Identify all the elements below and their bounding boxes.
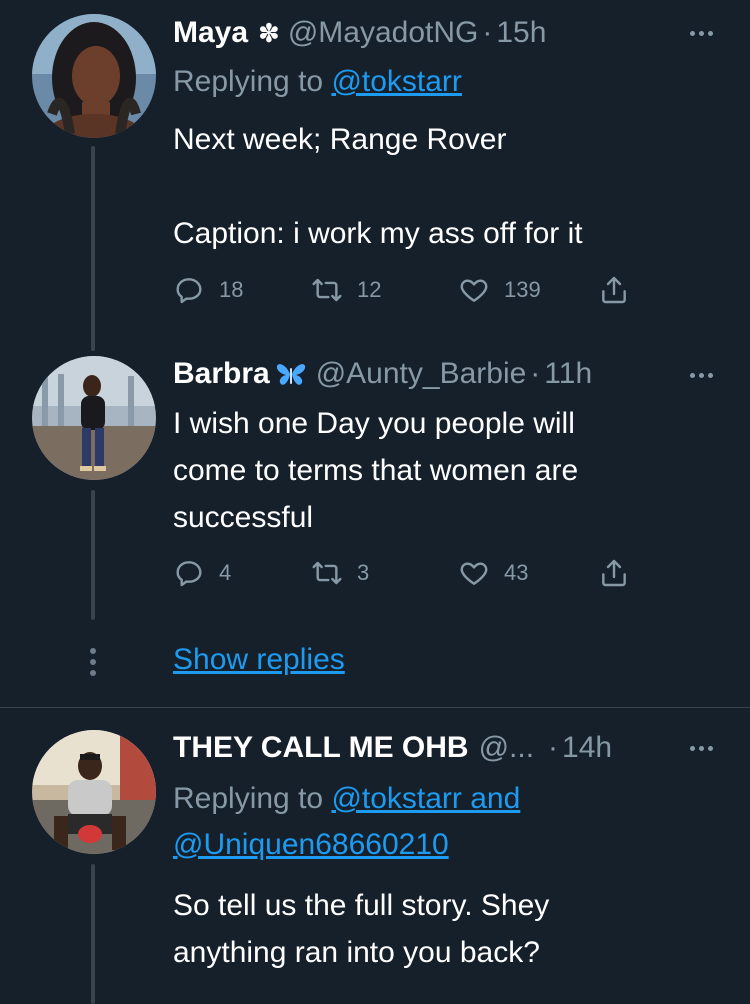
tweet-header: Maya ✽ @MayadotNG · 15h [173, 13, 720, 53]
retweet-button[interactable]: 3 [311, 553, 369, 593]
tweet-line: successful [173, 501, 314, 534]
more-icon[interactable] [686, 360, 716, 390]
separator: · [548, 731, 559, 764]
tweet-text: I wish one Day you people will come to t… [173, 400, 710, 541]
like-count: 139 [504, 277, 541, 302]
reply-button[interactable]: 4 [173, 553, 231, 593]
replying-prefix: Replying to [173, 65, 332, 98]
handle[interactable]: @MayadotNG [288, 16, 479, 50]
retweet-count: 3 [357, 560, 370, 585]
share-icon [602, 276, 626, 304]
show-replies-link[interactable]: Show replies [173, 643, 345, 677]
tweet-header: THEY CALL ME OHB @... · 14h [173, 728, 720, 768]
thread-line [91, 146, 95, 351]
share-button[interactable] [598, 270, 630, 310]
timestamp[interactable]: 11h [544, 357, 592, 391]
tweet-maya[interactable]: Maya ✽ @MayadotNG · 15h Replying to @tok… [0, 0, 750, 351]
avatar[interactable] [32, 356, 156, 480]
tweet-text: Next week; Range Rover Caption: i work m… [173, 116, 710, 257]
tweet-line: Next week; Range Rover [173, 123, 507, 156]
retweet-button[interactable]: 12 [311, 270, 381, 310]
tweet-line: come to terms that women are [173, 454, 579, 487]
reply-count: 4 [219, 560, 232, 585]
action-bar: 4 3 43 [173, 553, 673, 593]
retweet-icon [312, 278, 342, 302]
replying-to: Replying to @tokstarr and @Uniquen686602… [173, 776, 520, 868]
tweet-line: So tell us the full story. Shey [173, 889, 550, 922]
like-icon [460, 562, 488, 585]
handle[interactable]: @... [479, 731, 534, 765]
retweet-count: 12 [357, 277, 382, 302]
thread-line [91, 864, 95, 1004]
more-icon[interactable] [686, 733, 716, 763]
more-replies-dots-icon [89, 648, 97, 678]
butterfly-icon [276, 360, 306, 388]
like-button[interactable]: 43 [458, 553, 528, 593]
reply-button[interactable]: 18 [173, 270, 243, 310]
reply-count: 18 [219, 277, 244, 302]
like-button[interactable]: 139 [458, 270, 541, 310]
reply-icon [176, 561, 202, 587]
retweet-icon [312, 561, 342, 585]
flower-badge-icon: ✽ [258, 17, 280, 48]
timestamp[interactable]: 14h [562, 731, 612, 765]
mention-link[interactable]: @tokstarr and [331, 782, 520, 815]
like-icon [460, 279, 488, 302]
tweet-line: Caption: i work my ass off for it [173, 217, 583, 250]
thread-line [91, 490, 95, 620]
timestamp[interactable]: 15h [496, 16, 546, 50]
separator: · [530, 357, 541, 390]
replying-prefix: Replying to [173, 782, 332, 815]
tweet-barbra[interactable]: Barbra @Aunty_Barbie · 11h I wish one Da… [0, 330, 750, 630]
tweet-line: anything ran into you back? [173, 936, 540, 969]
avatar[interactable] [32, 14, 156, 138]
mention-link[interactable]: @tokstarr [331, 65, 461, 98]
tweet-line [173, 163, 710, 210]
replying-to: Replying to @tokstarr [173, 59, 462, 105]
tweet-header: Barbra @Aunty_Barbie · 11h [173, 354, 720, 394]
reply-icon [176, 278, 202, 304]
handle[interactable]: @Aunty_Barbie [316, 357, 527, 391]
tweet-line: I wish one Day you people will [173, 407, 575, 440]
display-name[interactable]: Barbra [173, 357, 270, 391]
tweet-ohb[interactable]: THEY CALL ME OHB @... · 14h Replying to … [0, 708, 750, 1004]
like-count: 43 [504, 560, 529, 585]
mention-link[interactable]: @Uniquen68660210 [173, 828, 449, 861]
separator: · [482, 16, 493, 49]
tweet-text: So tell us the full story. Shey anything… [173, 882, 710, 976]
share-button[interactable] [598, 553, 630, 593]
avatar[interactable] [32, 730, 156, 854]
more-icon[interactable] [686, 18, 716, 48]
display-name[interactable]: THEY CALL ME OHB [173, 731, 469, 765]
action-bar: 18 12 139 [173, 270, 673, 310]
share-icon [602, 559, 626, 587]
display-name[interactable]: Maya [173, 16, 248, 50]
